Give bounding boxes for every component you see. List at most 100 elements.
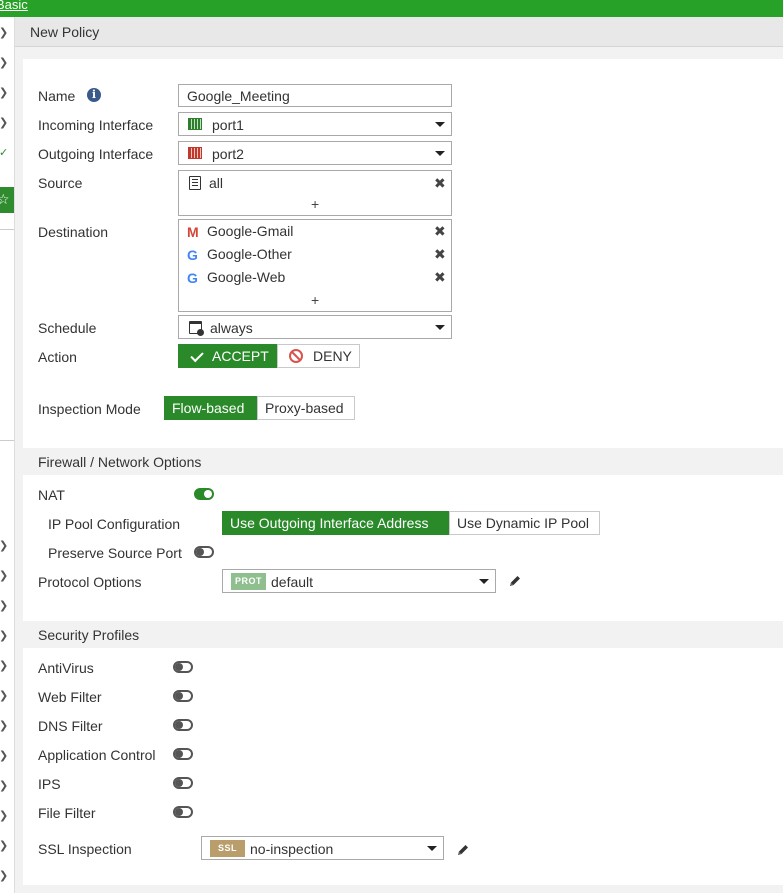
ip-pool-label: IP Pool Configuration — [48, 516, 181, 532]
nat-toggle[interactable] — [194, 488, 214, 500]
destination-label: Destination — [38, 224, 109, 240]
ips-toggle[interactable] — [173, 777, 193, 789]
dns-filter-toggle[interactable] — [173, 719, 193, 731]
chevron-down-icon[interactable]: ✓ — [0, 147, 9, 159]
destination-item: Google-Gmail — [207, 223, 294, 239]
file-filter-label: File Filter — [38, 805, 96, 821]
chevron-right-icon[interactable]: ❯ — [0, 57, 9, 69]
google-icon: G — [187, 247, 198, 263]
favorite-nav-item[interactable]: ☆ — [0, 187, 14, 213]
pencil-icon[interactable] — [508, 574, 522, 588]
add-source-button[interactable]: + — [311, 197, 319, 211]
deny-icon — [289, 348, 303, 363]
destination-item: Google-Other — [207, 246, 292, 262]
star-icon: ☆ — [0, 191, 10, 207]
application-control-label: Application Control — [38, 747, 156, 763]
antivirus-toggle[interactable] — [173, 661, 193, 673]
action-label: Action — [38, 349, 77, 365]
chevron-right-icon[interactable]: ❯ — [0, 870, 9, 882]
web-filter-label: Web Filter — [38, 689, 102, 705]
footer-strip — [23, 885, 783, 893]
use-outgoing-interface-button[interactable]: Use Outgoing Interface Address — [222, 511, 449, 535]
source-label: Source — [38, 175, 83, 191]
pencil-icon[interactable] — [456, 843, 470, 857]
outgoing-interface-select[interactable]: port2 — [178, 141, 452, 165]
chevron-right-icon[interactable]: ❯ — [0, 660, 9, 672]
chevron-right-icon[interactable]: ❯ — [0, 27, 9, 39]
application-control-toggle[interactable] — [173, 748, 193, 760]
deny-button[interactable]: DENY — [277, 344, 360, 368]
schedule-value: always — [210, 320, 253, 336]
info-icon[interactable]: i — [87, 88, 101, 102]
close-icon[interactable]: ✖ — [434, 270, 446, 284]
schedule-label: Schedule — [38, 320, 97, 336]
flow-based-button[interactable]: Flow-based — [164, 396, 257, 420]
destination-item: Google-Web — [207, 269, 286, 285]
divider — [0, 229, 14, 230]
address-icon — [189, 176, 201, 190]
close-icon[interactable]: ✖ — [434, 247, 446, 261]
name-value: Google_Meeting — [187, 88, 290, 104]
schedule-select[interactable]: always — [178, 315, 452, 339]
breadcrumb[interactable]: Basic — [0, 0, 28, 12]
outgoing-interface-label: Outgoing Interface — [38, 146, 154, 162]
outgoing-interface-value: port2 — [212, 146, 244, 162]
prot-badge: PROT — [231, 573, 266, 590]
proxy-based-button[interactable]: Proxy-based — [257, 396, 355, 420]
chevron-right-icon[interactable]: ❯ — [0, 690, 9, 702]
chevron-down-icon — [479, 579, 489, 584]
chevron-right-icon[interactable]: ❯ — [0, 117, 9, 129]
security-section-header: Security Profiles — [23, 621, 783, 648]
use-dynamic-ip-pool-button[interactable]: Use Dynamic IP Pool — [449, 511, 600, 535]
ips-label: IPS — [38, 776, 61, 792]
protocol-options-select[interactable]: PROT default — [222, 569, 496, 593]
port-green-icon — [188, 118, 202, 130]
file-filter-toggle[interactable] — [173, 806, 193, 818]
chevron-right-icon[interactable]: ❯ — [0, 750, 9, 762]
section-title: Firewall / Network Options — [38, 454, 202, 470]
source-list: all ✖ + — [178, 170, 452, 216]
chevron-right-icon[interactable]: ❯ — [0, 720, 9, 732]
source-item: all — [209, 175, 224, 191]
page-header: New Policy — [15, 17, 783, 47]
port-red-icon — [188, 147, 202, 159]
protocol-options-label: Protocol Options — [38, 574, 142, 590]
ip-pool-toggle: Use Outgoing Interface Address Use Dynam… — [222, 511, 600, 535]
chevron-down-icon — [427, 846, 437, 851]
firewall-section-header: Firewall / Network Options — [23, 448, 783, 475]
chevron-right-icon[interactable]: ❯ — [0, 540, 9, 552]
ssl-badge: SSL — [210, 840, 245, 857]
chevron-down-icon — [435, 325, 445, 330]
destination-list: M Google-Gmail ✖ G Google-Other ✖ G Goog… — [178, 219, 452, 312]
chevron-right-icon[interactable]: ❯ — [0, 630, 9, 642]
chevron-right-icon[interactable]: ❯ — [0, 780, 9, 792]
preserve-source-port-label: Preserve Source Port — [48, 545, 182, 561]
antivirus-label: AntiVirus — [38, 660, 94, 676]
chevron-right-icon[interactable]: ❯ — [0, 600, 9, 612]
incoming-interface-select[interactable]: port1 — [178, 112, 452, 136]
close-icon[interactable]: ✖ — [434, 176, 446, 190]
preserve-source-port-toggle[interactable] — [194, 546, 214, 558]
web-filter-toggle[interactable] — [173, 690, 193, 702]
name-input[interactable]: Google_Meeting — [178, 84, 452, 107]
section-title: Security Profiles — [38, 627, 140, 643]
chevron-right-icon[interactable]: ❯ — [0, 87, 9, 99]
chevron-down-icon — [435, 122, 445, 127]
add-destination-button[interactable]: + — [311, 293, 319, 307]
name-label: Name — [38, 88, 76, 104]
ssl-inspection-value: no-inspection — [250, 841, 334, 857]
page-title: New Policy — [30, 24, 100, 40]
chevron-right-icon[interactable]: ❯ — [0, 570, 9, 582]
close-icon[interactable]: ✖ — [434, 224, 446, 238]
top-bar: Basic — [0, 0, 783, 17]
ssl-inspection-select[interactable]: SSL no-inspection — [201, 836, 444, 860]
inspection-mode-label: Inspection Mode — [38, 401, 141, 417]
chevron-right-icon[interactable]: ❯ — [0, 840, 9, 852]
side-nav: ❯ ❯ ❯ ❯ ✓ ☆ ❯ ❯ ❯ ❯ ❯ ❯ ❯ ❯ ❯ ❯ ❯ ❯ — [0, 17, 15, 893]
dns-filter-label: DNS Filter — [38, 718, 103, 734]
ssl-inspection-label: SSL Inspection — [38, 841, 132, 857]
chevron-right-icon[interactable]: ❯ — [0, 810, 9, 822]
check-icon — [190, 349, 204, 363]
accept-button[interactable]: ACCEPT — [178, 344, 277, 368]
divider — [0, 440, 14, 441]
